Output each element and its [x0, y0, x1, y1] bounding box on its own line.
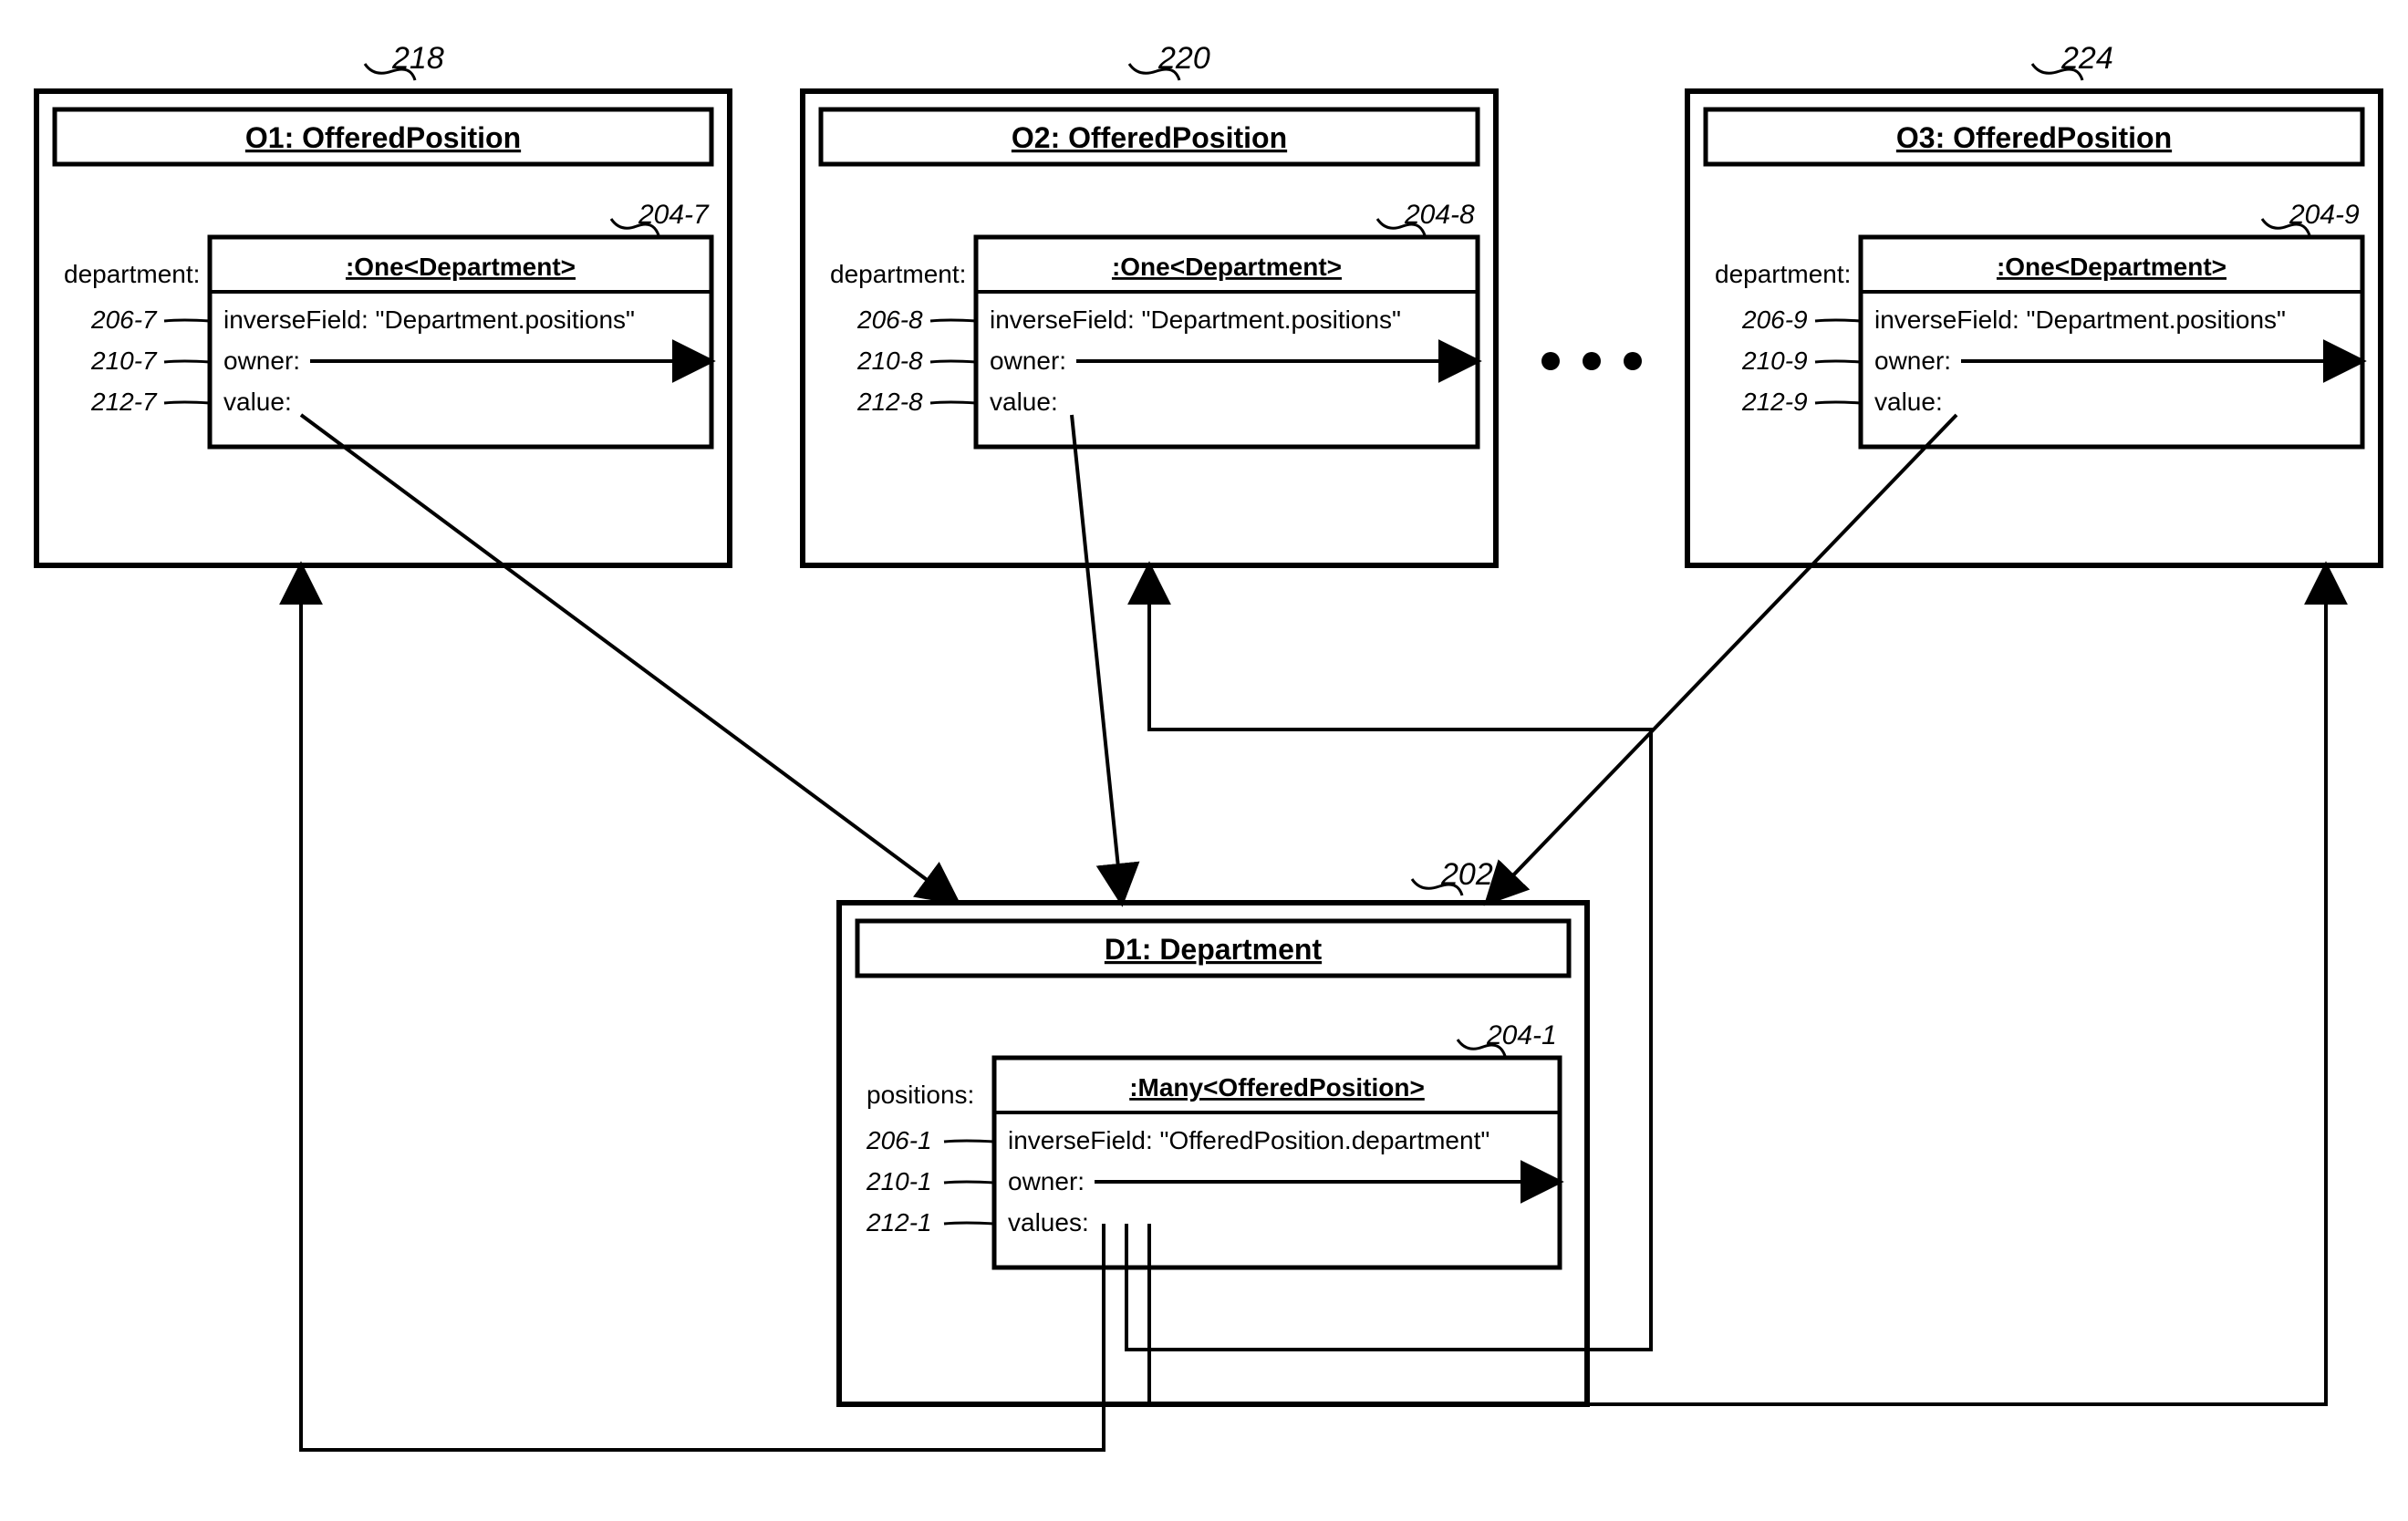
o2-owner: owner:	[990, 347, 1066, 375]
ref-212-7: 212-7	[90, 388, 158, 416]
o3-inner-title: :One<Department>	[1997, 253, 2226, 281]
ref-210-9: 210-9	[1741, 347, 1808, 375]
o1-inner-title: :One<Department>	[346, 253, 576, 281]
o1-value: value:	[223, 388, 292, 416]
d1-inversefield: inverseField: "OfferedPosition.departmen…	[1008, 1126, 1489, 1154]
ellipsis-dots	[1541, 352, 1642, 370]
ref-210-8: 210-8	[856, 347, 923, 375]
arrow-o2-value-to-d1	[1072, 415, 1122, 903]
o1-department-label: department:	[64, 260, 200, 288]
ref-210-7: 210-7	[90, 347, 158, 375]
arrow-o3-value-to-d1	[1487, 415, 1956, 903]
ref-212-8: 212-8	[856, 388, 923, 416]
ref-210-1: 210-1	[866, 1167, 932, 1195]
o3-department-label: department:	[1715, 260, 1851, 288]
o3-value: value:	[1874, 388, 1943, 416]
ref-206-9: 206-9	[1741, 305, 1808, 334]
o3-owner: owner:	[1874, 347, 1951, 375]
ref-206-8: 206-8	[856, 305, 923, 334]
o1-inversefield: inverseField: "Department.positions"	[223, 305, 635, 334]
ref-206-7: 206-7	[90, 305, 158, 334]
d1-positions-label: positions:	[867, 1081, 974, 1109]
o2-title: O2: OfferedPosition	[1012, 121, 1287, 154]
d1-values: values:	[1008, 1208, 1089, 1236]
o3-inversefield: inverseField: "Department.positions"	[1874, 305, 2286, 334]
arrow-d1-values-to-o3	[1149, 565, 2326, 1404]
arrow-d1-values-to-o1	[301, 565, 1104, 1450]
o2-inversefield: inverseField: "Department.positions"	[990, 305, 1401, 334]
object-o2: 220 O2: OfferedPosition department: 204-…	[803, 41, 1496, 565]
o1-owner: owner:	[223, 347, 300, 375]
ref-202: 202	[1440, 857, 1493, 892]
ref-206-1: 206-1	[866, 1126, 932, 1154]
d1-inner-title: :Many<OfferedPosition>	[1129, 1073, 1425, 1102]
o2-value: value:	[990, 388, 1058, 416]
ref-212-1: 212-1	[866, 1208, 932, 1236]
o3-title: O3: OfferedPosition	[1896, 121, 2172, 154]
object-o3: 224 O3: OfferedPosition department: 204-…	[1687, 41, 2381, 565]
o1-title: O1: OfferedPosition	[245, 121, 521, 154]
d1-title: D1: Department	[1105, 933, 1323, 966]
object-o1: 218 O1: OfferedPosition department: 204-…	[36, 41, 730, 565]
object-d1: 202 D1: Department positions: 204-1 :Man…	[839, 857, 1587, 1404]
arrow-o1-value-to-d1	[301, 415, 958, 903]
o2-inner-title: :One<Department>	[1112, 253, 1342, 281]
o2-department-label: department:	[830, 260, 966, 288]
ref-212-9: 212-9	[1741, 388, 1808, 416]
d1-owner: owner:	[1008, 1167, 1085, 1195]
